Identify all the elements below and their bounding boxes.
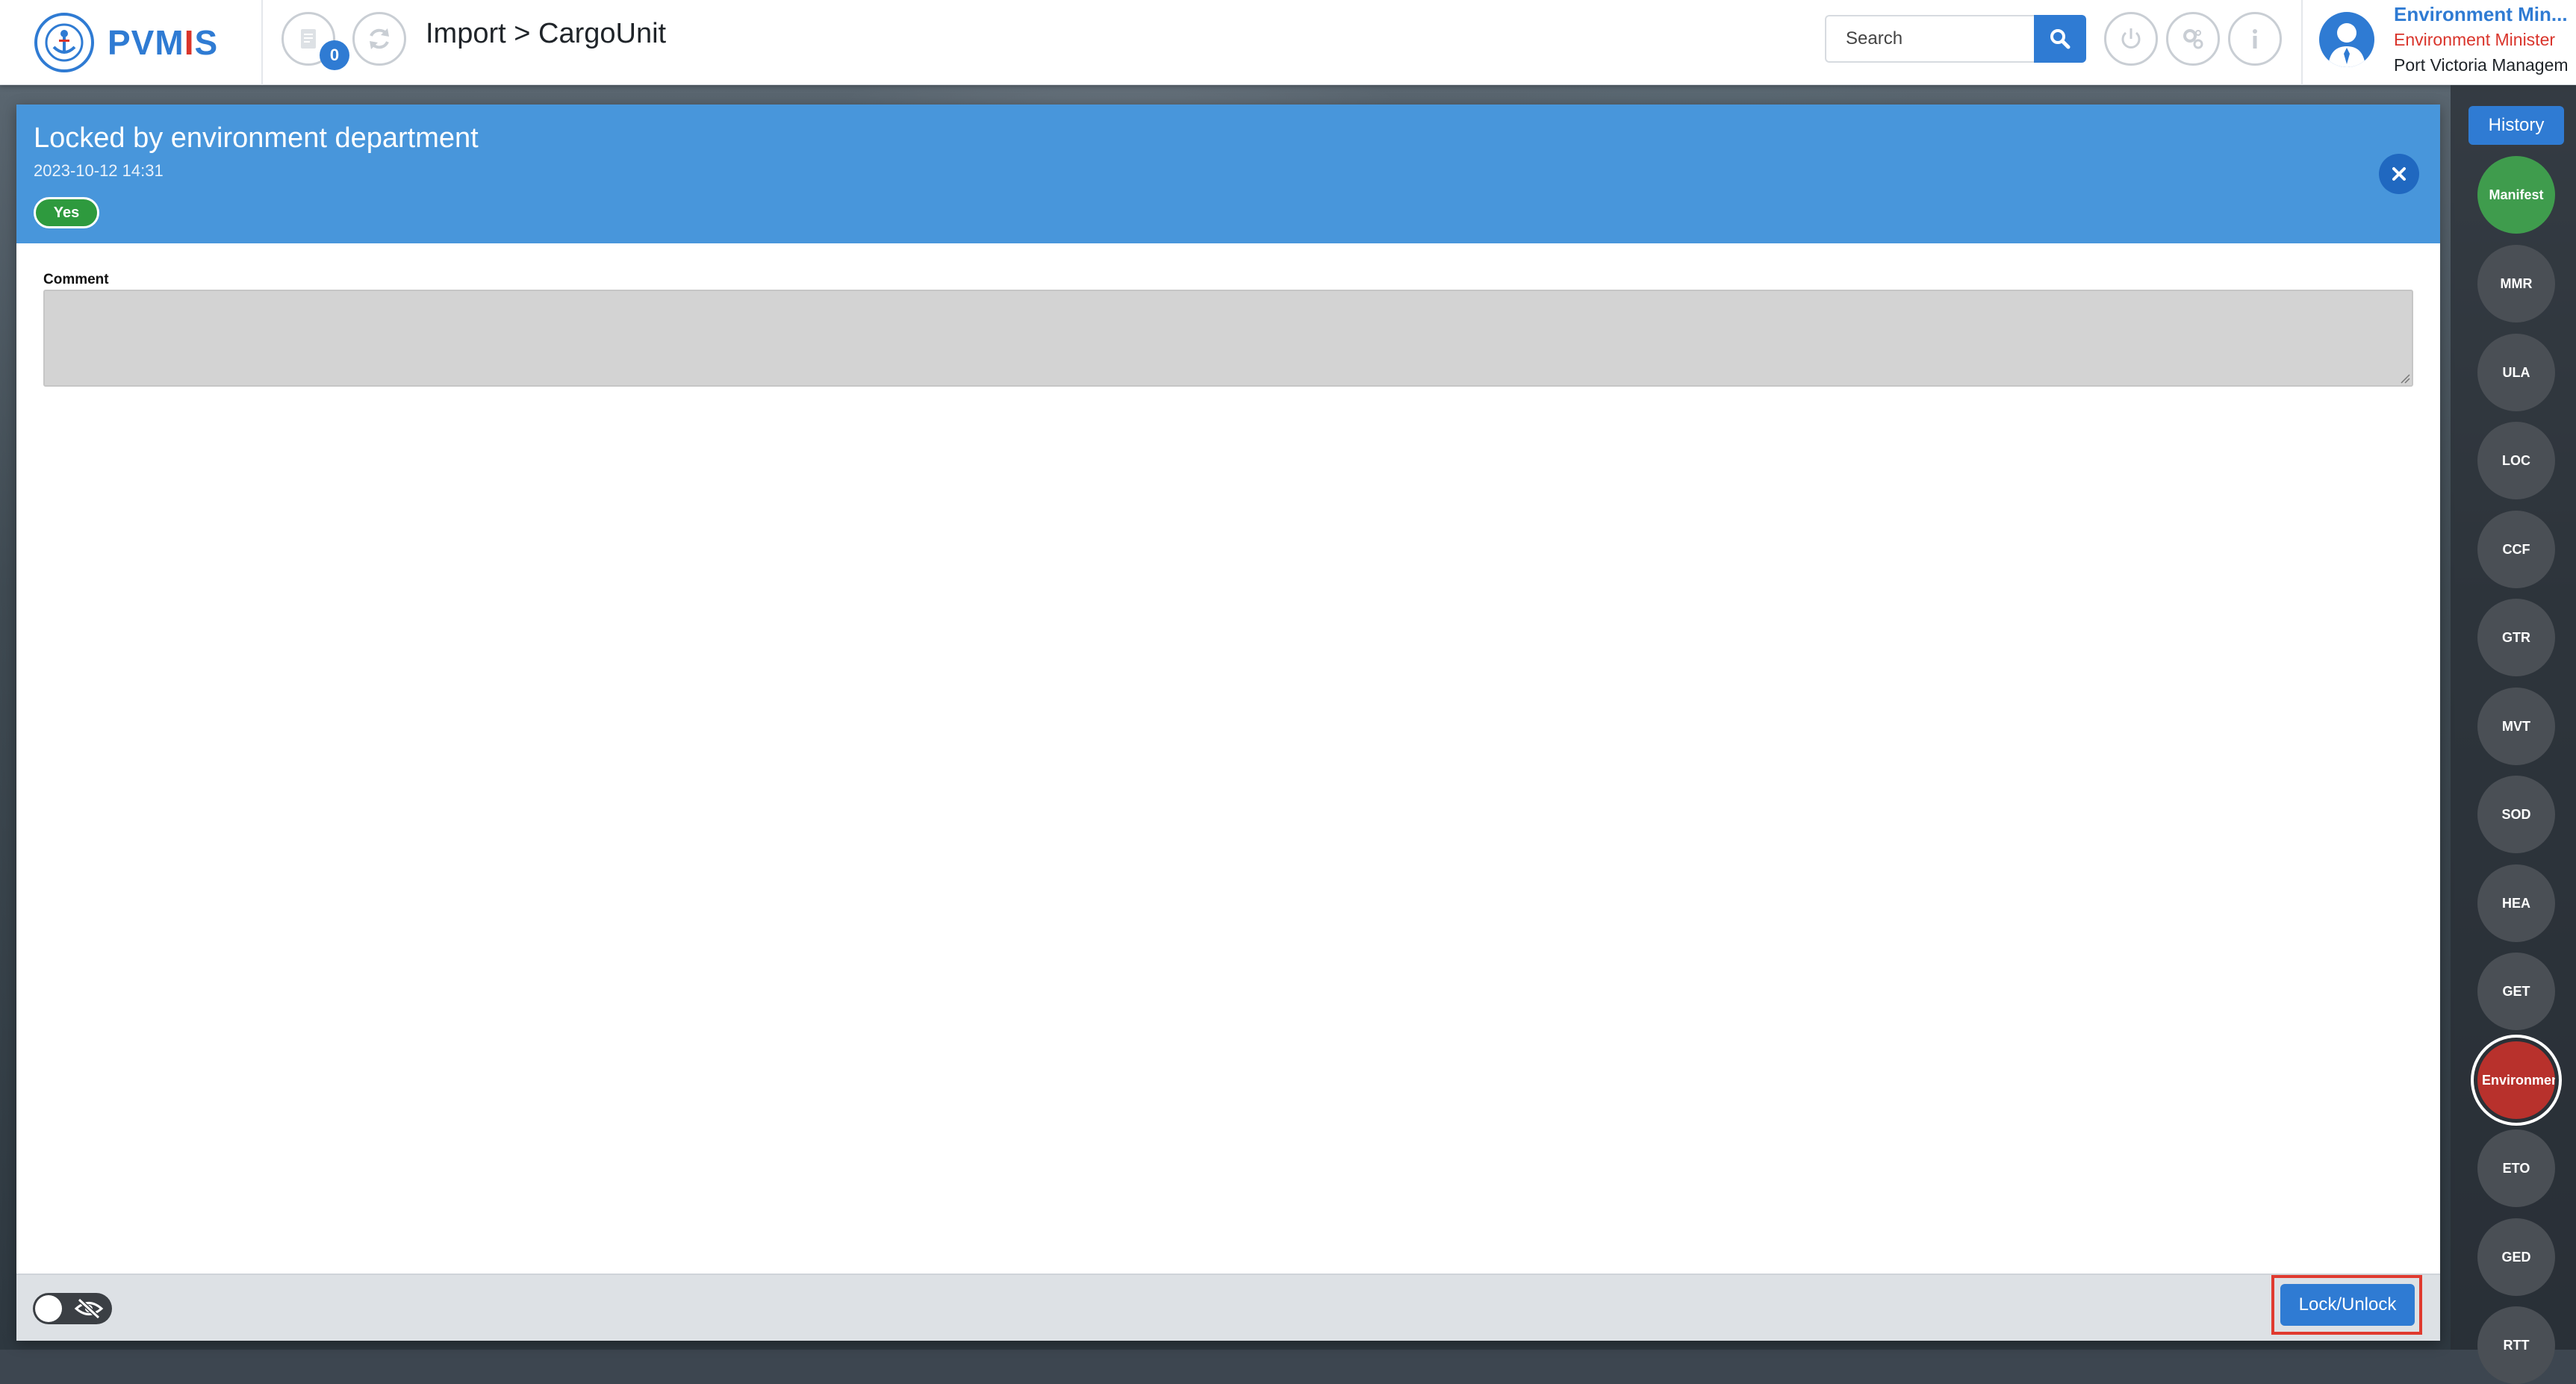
logo[interactable]: PVMIS (0, 0, 263, 85)
sidebar-item-ula[interactable]: ULA (2477, 334, 2555, 411)
logo-text: PVMIS (108, 23, 219, 62)
info-button[interactable] (2228, 12, 2282, 66)
sidebar-item-loc[interactable]: LOC (2477, 422, 2555, 499)
top-header: PVMIS 0 Import > CargoUnit Search Enviro… (0, 0, 2576, 85)
sidebar-item-ged[interactable]: GED (2477, 1218, 2555, 1296)
status-badge: Yes (34, 197, 99, 228)
comment-label: Comment (43, 272, 109, 287)
avatar (2319, 12, 2374, 67)
lock-unlock-button[interactable]: Lock/Unlock (2280, 1284, 2415, 1326)
close-icon (2392, 167, 2406, 181)
search-icon (2050, 29, 2071, 49)
user-profile[interactable]: Environment Min... Environment Minister … (2301, 0, 2576, 85)
lock-detail-panel: Locked by environment department 2023-10… (16, 105, 2440, 1341)
document-icon (301, 29, 316, 49)
sidebar-item-get[interactable]: GET (2477, 953, 2555, 1030)
info-icon (2253, 29, 2257, 49)
sidebar-item-gtr[interactable]: GTR (2477, 599, 2555, 676)
visibility-toggle[interactable] (33, 1293, 112, 1324)
power-button[interactable] (2104, 12, 2158, 66)
panel-title: Locked by environment department (34, 122, 479, 154)
notification-count-badge: 0 (320, 40, 349, 70)
logo-emblem-icon (34, 13, 94, 72)
sidebar-item-environment[interactable]: Environment (2477, 1041, 2555, 1119)
sidebar-item-ccf[interactable]: CCF (2477, 511, 2555, 588)
sidebar-item-hea[interactable]: HEA (2477, 864, 2555, 942)
refresh-button[interactable] (352, 12, 406, 66)
user-name: Environment Min... (2394, 3, 2568, 25)
settings-button[interactable] (2166, 12, 2220, 66)
sidebar-item-eto[interactable]: ETO (2477, 1129, 2555, 1207)
sidebar-item-sod[interactable]: SOD (2477, 776, 2555, 853)
history-button[interactable]: History (2468, 106, 2564, 145)
toggle-knob (35, 1295, 62, 1322)
sidebar-item-rtt[interactable]: RTT (2477, 1306, 2555, 1384)
refresh-icon (370, 28, 389, 49)
sidebar-item-mvt[interactable]: MVT (2477, 688, 2555, 765)
panel-header: Locked by environment department 2023-10… (16, 105, 2440, 243)
resize-handle-icon[interactable] (2398, 372, 2410, 384)
sidebar-item-mmr[interactable]: MMR (2477, 245, 2555, 322)
user-role: Environment Minister (2394, 30, 2556, 49)
history-sidebar: History Manifest MMR ULA LOC CCF GTR MVT… (2451, 85, 2576, 1384)
power-icon (2121, 28, 2141, 49)
search-input[interactable] (1825, 15, 2035, 63)
user-icon (2328, 23, 2365, 67)
search-button[interactable] (2034, 15, 2086, 63)
sidebar-item-manifest[interactable]: Manifest (2477, 156, 2555, 234)
close-button[interactable] (2379, 154, 2419, 194)
eye-slash-icon (74, 1297, 104, 1320)
comment-field[interactable] (43, 290, 2413, 387)
panel-date: 2023-10-12 14:31 (34, 161, 164, 180)
breadcrumb: Import > CargoUnit (426, 18, 667, 49)
user-organization: Port Victoria Managem (2394, 55, 2569, 75)
gears-icon (2183, 29, 2203, 49)
panel-footer: Lock/Unlock (16, 1274, 2440, 1341)
